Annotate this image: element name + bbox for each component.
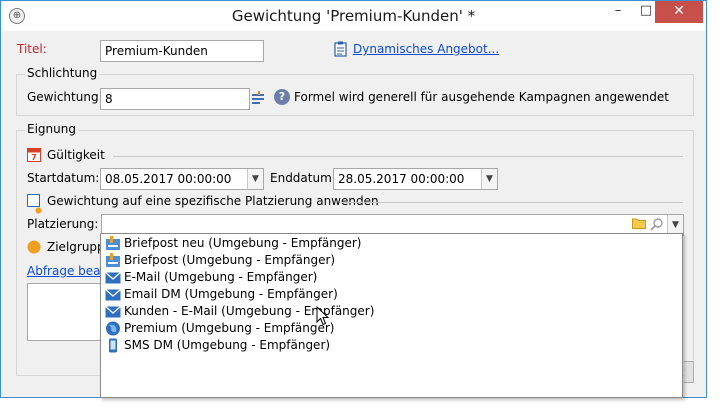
dropdown-item-label: Briefpost neu (Umgebung - Empfänger) xyxy=(124,236,362,250)
mail-post-icon xyxy=(105,253,121,268)
close-button[interactable]: ✕ xyxy=(655,1,703,23)
end-date-input[interactable]: 28.05.2017 00:00:00 ▼ xyxy=(333,168,498,190)
start-date-value: 08.05.2017 00:00:00 xyxy=(105,172,232,186)
window-title: Gewichtung 'Premium-Kunden' * xyxy=(231,7,476,25)
dropdown-item-label: Briefpost (Umgebung - Empfänger) xyxy=(124,253,336,267)
start-date-dropdown-button[interactable]: ▼ xyxy=(247,169,263,189)
search-icon[interactable] xyxy=(650,217,664,234)
mouse-cursor-icon xyxy=(316,305,330,329)
envelope-icon xyxy=(105,270,121,285)
folder-icon[interactable] xyxy=(632,217,646,232)
envelope-icon xyxy=(105,287,121,302)
start-date-input[interactable]: 08.05.2017 00:00:00 ▼ xyxy=(100,168,264,190)
mail-post-icon xyxy=(105,236,121,251)
expression-editor-icon[interactable] xyxy=(251,91,265,108)
title-input[interactable]: Premium-Kunden xyxy=(100,40,264,62)
eignung-group-title: Eignung xyxy=(25,122,78,136)
mobile-phone-icon xyxy=(105,338,121,353)
placement-dropdown-button[interactable]: ▼ xyxy=(667,215,683,235)
dropdown-item-label: Kunden - E-Mail (Umgebung - Empfänger) xyxy=(124,304,375,318)
weight-input[interactable]: 8 xyxy=(100,88,250,110)
dropdown-item-label: Premium (Umgebung - Empfänger) xyxy=(124,321,335,335)
calendar-icon: 7 xyxy=(27,147,41,165)
minimize-button[interactable]: – xyxy=(604,1,632,23)
end-date-label: Enddatum: xyxy=(270,171,336,185)
title-bar[interactable]: ⊕ Gewichtung 'Premium-Kunden' * – □ ✕ xyxy=(1,1,706,31)
schlichtung-group: Schlichtung Gewichtung: 8 ? Formel wird … xyxy=(16,66,694,116)
weight-label: Gewichtung: xyxy=(27,90,103,104)
dropdown-item-label: E-Mail (Umgebung - Empfänger) xyxy=(124,270,318,284)
target-group-icon xyxy=(27,240,41,257)
validity-separator xyxy=(113,156,683,157)
placement-label: Platzierung: xyxy=(27,217,99,231)
schlichtung-group-title: Schlichtung xyxy=(25,66,100,80)
target-group-label: Zielgrupp xyxy=(47,240,105,254)
dynamic-offer-link[interactable]: Dynamisches Angebot... xyxy=(353,42,499,56)
dropdown-item-label: Email DM (Umgebung - Empfänger) xyxy=(124,287,338,301)
placement-checkbox-marker-icon xyxy=(35,203,42,217)
title-label: Titel: xyxy=(17,42,47,56)
dialog-button-partial[interactable] xyxy=(684,361,694,383)
placement-checkbox-label: Gewichtung auf eine spezifische Platzier… xyxy=(47,194,379,208)
validity-title: Gültigkeit xyxy=(47,148,105,162)
help-icon: ? xyxy=(274,89,290,105)
query-preview-box xyxy=(27,283,107,341)
dropdown-item-label: SMS DM (Umgebung - Empfänger) xyxy=(124,338,331,352)
envelope-icon xyxy=(105,304,121,319)
clipboard-icon xyxy=(334,41,347,60)
end-date-dropdown-button[interactable]: ▼ xyxy=(481,169,497,189)
end-date-value: 28.05.2017 00:00:00 xyxy=(338,172,465,186)
start-date-label: Startdatum: xyxy=(27,171,100,185)
placement-separator xyxy=(342,202,683,203)
globe-icon xyxy=(105,321,121,336)
calendar-day-number: 7 xyxy=(31,153,37,162)
formula-hint: Formel wird generell für ausgehende Kamp… xyxy=(294,90,669,104)
placement-dropdown-list: Briefpost neu (Umgebung - Empfänger) Bri… xyxy=(100,233,683,398)
